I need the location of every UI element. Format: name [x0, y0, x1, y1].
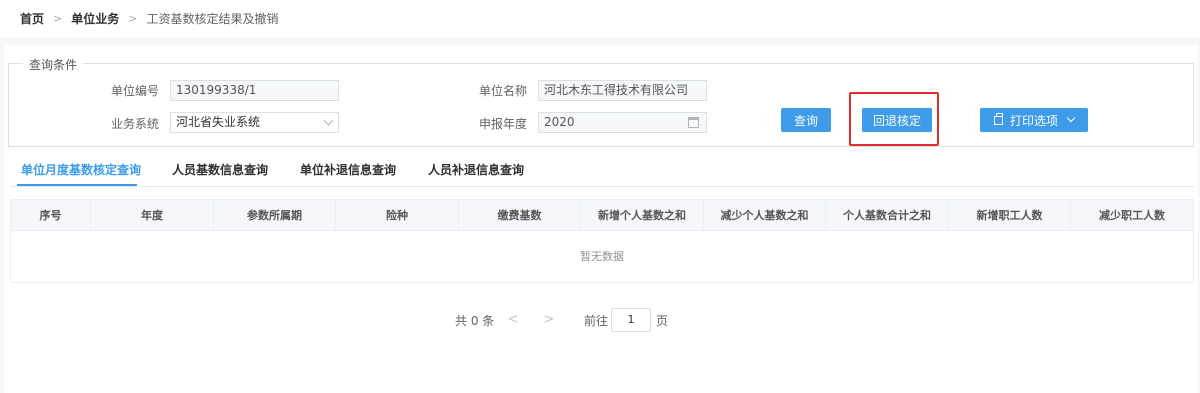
column-header[interactable]: 参数所属期	[214, 200, 336, 231]
query-conditions-panel: 查询条件 单位编号 130199338/1 单位名称 河北木东工得技术有限公司 …	[8, 56, 1194, 147]
business-system-label: 业务系统	[110, 117, 159, 131]
column-header[interactable]: 险种	[336, 200, 459, 231]
goto-label: 前往	[584, 314, 609, 328]
unit-name-label: 单位名称	[478, 84, 527, 98]
empty-state-text: 暂无数据	[580, 250, 624, 263]
query-legend: 查询条件	[23, 56, 84, 73]
year-label: 申报年度	[478, 117, 527, 131]
pagination: 共 0 条 < > 前往 1 页	[4, 303, 1198, 333]
breadcrumb-current: 工资基数核定结果及撤销	[146, 12, 279, 26]
column-header[interactable]: 新增职工人数	[949, 200, 1071, 231]
calendar-icon	[688, 117, 699, 128]
breadcrumb-home[interactable]: 首页	[20, 10, 44, 27]
column-header[interactable]: 个人基数合计之和	[826, 200, 949, 231]
page-number-input[interactable]: 1	[611, 308, 651, 332]
tab-bar: 单位月度基数核定查询 人员基数信息查询 单位补退信息查询 人员补退信息查询	[10, 157, 1194, 187]
chevron-down-icon	[323, 115, 334, 126]
year-date-picker[interactable]: 2020	[538, 112, 707, 133]
breadcrumb: 首页 > 单位业务 > 工资基数核定结果及撤销	[0, 0, 1200, 37]
printer-icon	[993, 112, 1003, 125]
column-header[interactable]: 新增个人基数之和	[581, 200, 704, 231]
print-options-button[interactable]: 打印选项	[980, 108, 1088, 132]
pagination-total: 共 0 条	[455, 314, 495, 328]
tab-unit-refund-info[interactable]: 单位补退信息查询	[300, 161, 396, 178]
prev-page-button[interactable]: <	[498, 305, 528, 333]
active-tab-indicator	[17, 184, 137, 186]
column-header[interactable]: 减少职工人数	[1071, 200, 1193, 231]
next-page-button[interactable]: >	[534, 305, 564, 333]
breadcrumb-separator: >	[128, 12, 138, 25]
column-header[interactable]: 年度	[91, 200, 214, 231]
chevron-down-icon	[1066, 113, 1076, 123]
column-header[interactable]: 缴费基数	[459, 200, 581, 231]
business-system-value: 河北省失业系统	[176, 115, 261, 129]
unit-code-label: 单位编号	[110, 84, 159, 98]
table-header: 序号 年度 参数所属期 险种 缴费基数 新增个人基数之和 减少个人基数之和 个人…	[11, 200, 1193, 231]
main-panel: 查询条件 单位编号 130199338/1 单位名称 河北木东工得技术有限公司 …	[4, 45, 1198, 393]
unit-code-field: 130199338/1	[170, 80, 339, 101]
unit-name-field: 河北木东工得技术有限公司	[538, 80, 707, 101]
highlight-annotation	[849, 92, 939, 146]
business-system-select[interactable]: 河北省失业系统	[170, 112, 339, 133]
tab-person-base-info[interactable]: 人员基数信息查询	[172, 161, 268, 178]
breadcrumb-section[interactable]: 单位业务	[71, 10, 119, 27]
print-options-label: 打印选项	[1009, 113, 1058, 128]
column-header[interactable]: 减少个人基数之和	[704, 200, 826, 231]
column-header[interactable]: 序号	[11, 200, 91, 231]
tab-unit-monthly-base[interactable]: 单位月度基数核定查询	[21, 161, 141, 178]
data-table: 序号 年度 参数所属期 险种 缴费基数 新增个人基数之和 减少个人基数之和 个人…	[10, 199, 1194, 283]
breadcrumb-separator: >	[53, 12, 63, 25]
year-value: 2020	[544, 115, 575, 129]
page-unit-label: 页	[656, 314, 669, 328]
tab-person-refund-info[interactable]: 人员补退信息查询	[428, 161, 524, 178]
query-button[interactable]: 查询	[781, 108, 831, 132]
